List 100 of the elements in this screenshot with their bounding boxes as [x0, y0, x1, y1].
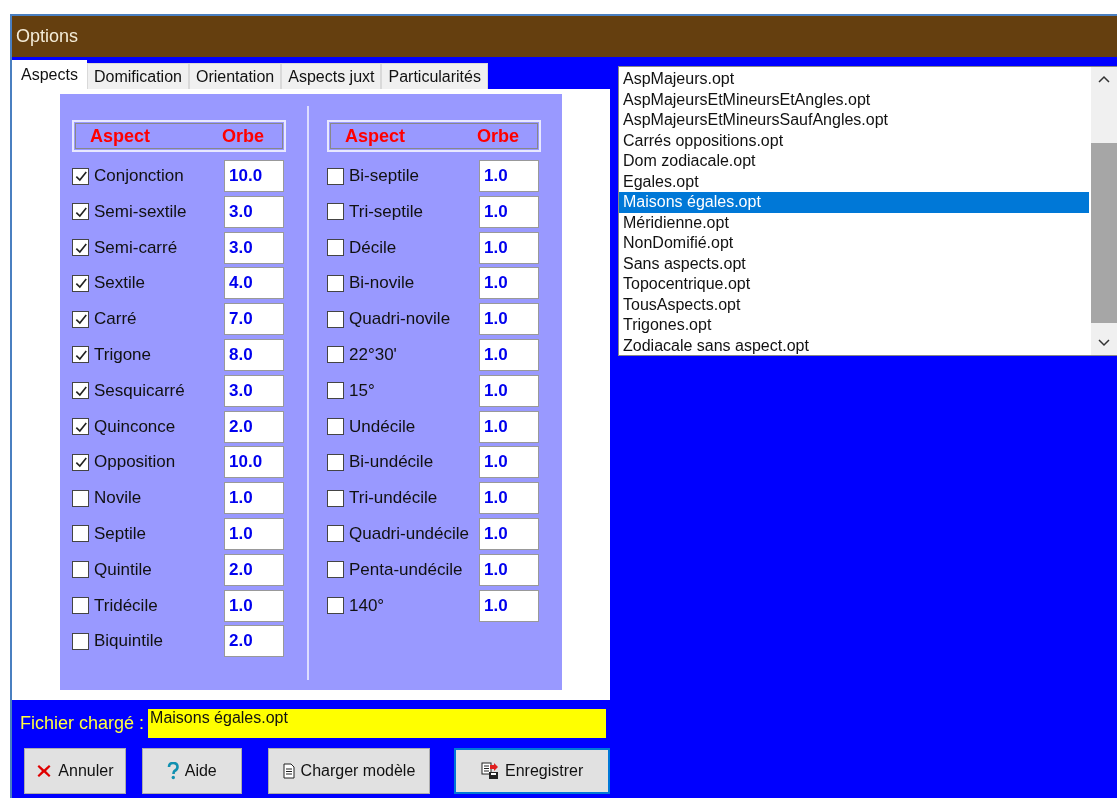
checkbox[interactable]	[72, 346, 89, 364]
checkbox[interactable]	[72, 561, 89, 579]
checkbox[interactable]	[72, 453, 89, 471]
checkbox[interactable]	[72, 632, 89, 650]
checkbox[interactable]	[327, 239, 344, 257]
tab[interactable]: Orientation	[188, 63, 282, 89]
aspect-checkbox[interactable]: Opposition	[72, 452, 176, 473]
orbe-field[interactable]: 1.0	[224, 517, 284, 550]
load-button[interactable]: Charger modèle	[267, 748, 431, 794]
aspect-checkbox[interactable]: 15°	[327, 380, 375, 401]
checkbox[interactable]	[72, 203, 89, 221]
checkbox[interactable]	[327, 525, 344, 543]
tab[interactable]: Aspects	[12, 60, 87, 89]
orbe-field[interactable]: 1.0	[479, 303, 539, 336]
file-list-item[interactable]: Sans aspects.opt	[619, 253, 1091, 274]
checkbox[interactable]	[327, 418, 344, 436]
scroll-thumb[interactable]	[1091, 143, 1117, 323]
orbe-field[interactable]: 10.0	[224, 446, 284, 479]
orbe-field[interactable]: 8.0	[224, 339, 284, 371]
checkbox[interactable]	[327, 203, 344, 221]
aspect-checkbox[interactable]: Undécile	[327, 416, 416, 437]
file-list-item[interactable]: AspMajeursEtMineursSaufAngles.opt	[619, 110, 1091, 131]
checkbox[interactable]	[327, 561, 344, 579]
aspect-checkbox[interactable]: Tridécile	[72, 595, 158, 616]
checkbox[interactable]	[327, 310, 344, 328]
orbe-field[interactable]: 3.0	[224, 374, 284, 407]
aspect-checkbox[interactable]: Bi-septile	[327, 166, 419, 186]
checkbox[interactable]	[327, 597, 344, 615]
orbe-field[interactable]: 1.0	[479, 160, 539, 192]
aspect-checkbox[interactable]: Sextile	[72, 273, 146, 294]
orbe-field[interactable]: 1.0	[479, 339, 539, 371]
orbe-field[interactable]: 1.0	[479, 553, 539, 586]
aspect-checkbox[interactable]: Semi-carré	[72, 237, 178, 258]
save-button[interactable]: Enregistrer	[454, 748, 610, 794]
orbe-field[interactable]: 2.0	[224, 625, 284, 658]
orbe-field[interactable]: 2.0	[224, 410, 284, 443]
tab[interactable]: Aspects juxt	[281, 63, 382, 89]
tab[interactable]: Particularités	[381, 63, 488, 89]
aspect-checkbox[interactable]: Sesquicarré	[72, 380, 185, 401]
orbe-field[interactable]: 4.0	[224, 267, 284, 300]
aspect-checkbox[interactable]: Carré	[72, 309, 137, 330]
orbe-field[interactable]: 1.0	[479, 517, 539, 550]
file-list-item[interactable]: Méridienne.opt	[619, 212, 1091, 233]
orbe-field[interactable]: 1.0	[224, 482, 284, 515]
orbe-field[interactable]: 1.0	[479, 267, 539, 300]
checkbox[interactable]	[327, 274, 344, 292]
checkbox[interactable]	[72, 597, 89, 615]
file-list-item[interactable]: Maisons égales.opt	[619, 192, 1089, 213]
tab[interactable]: Domification	[86, 63, 189, 89]
checkbox[interactable]	[327, 489, 344, 507]
file-list-item[interactable]: Zodiacale sans aspect.opt	[619, 335, 1091, 356]
help-button[interactable]: Aide	[141, 748, 242, 794]
file-list-item[interactable]: NonDomifié.opt	[619, 233, 1091, 254]
file-list-item[interactable]: TousAspects.opt	[619, 294, 1091, 315]
aspect-checkbox[interactable]: Septile	[72, 523, 146, 544]
file-list-item[interactable]: Dom zodiacale.opt	[619, 151, 1091, 172]
orbe-field[interactable]: 1.0	[479, 410, 539, 443]
scrollbar[interactable]	[1091, 67, 1117, 355]
aspect-checkbox[interactable]: Penta-undécile	[327, 559, 463, 580]
checkbox[interactable]	[327, 346, 344, 364]
aspect-checkbox[interactable]: Quadri-undécile	[327, 523, 469, 544]
checkbox[interactable]	[72, 382, 89, 400]
aspect-checkbox[interactable]: Biquintile	[72, 631, 163, 652]
aspect-checkbox[interactable]: Décile	[327, 237, 397, 258]
orbe-field[interactable]: 1.0	[479, 446, 539, 479]
orbe-field[interactable]: 7.0	[224, 303, 284, 336]
aspect-checkbox[interactable]: Bi-novile	[327, 273, 415, 294]
orbe-field[interactable]: 10.0	[224, 160, 284, 192]
aspect-checkbox[interactable]: 22°30'	[327, 345, 397, 365]
file-list-item[interactable]: Topocentrique.opt	[619, 274, 1091, 295]
orbe-field[interactable]: 1.0	[479, 589, 539, 622]
aspect-checkbox[interactable]: Quinconce	[72, 416, 176, 437]
checkbox[interactable]	[327, 453, 344, 471]
checkbox[interactable]	[72, 167, 89, 185]
aspect-checkbox[interactable]: Quadri-novile	[327, 309, 451, 330]
orbe-field[interactable]: 1.0	[479, 374, 539, 407]
orbe-field[interactable]: 1.0	[479, 482, 539, 515]
cancel-button[interactable]: Annuler	[24, 748, 126, 794]
orbe-field[interactable]: 1.0	[479, 231, 539, 264]
aspect-checkbox[interactable]: Tri-undécile	[327, 488, 438, 509]
checkbox[interactable]	[72, 525, 89, 543]
aspect-checkbox[interactable]: Quintile	[72, 559, 152, 580]
aspect-checkbox[interactable]: Conjonction	[72, 166, 184, 186]
checkbox[interactable]	[72, 418, 89, 436]
orbe-field[interactable]: 1.0	[479, 195, 539, 228]
checkbox[interactable]	[72, 489, 89, 507]
orbe-field[interactable]: 3.0	[224, 231, 284, 264]
aspect-checkbox[interactable]: Tri-septile	[327, 201, 423, 222]
file-list-item[interactable]: AspMajeurs.opt	[619, 69, 1091, 90]
file-list-item[interactable]: AspMajeursEtMineursEtAngles.opt	[619, 89, 1091, 110]
orbe-field[interactable]: 2.0	[224, 553, 284, 586]
aspect-checkbox[interactable]: Bi-undécile	[327, 452, 434, 473]
file-list-item[interactable]: Trigones.opt	[619, 315, 1091, 336]
checkbox[interactable]	[72, 310, 89, 328]
checkbox[interactable]	[72, 274, 89, 292]
orbe-field[interactable]: 3.0	[224, 195, 284, 228]
checkbox[interactable]	[72, 239, 89, 257]
checkbox[interactable]	[327, 382, 344, 400]
file-list-item[interactable]: Egales.opt	[619, 171, 1091, 192]
orbe-field[interactable]: 1.0	[224, 589, 284, 622]
